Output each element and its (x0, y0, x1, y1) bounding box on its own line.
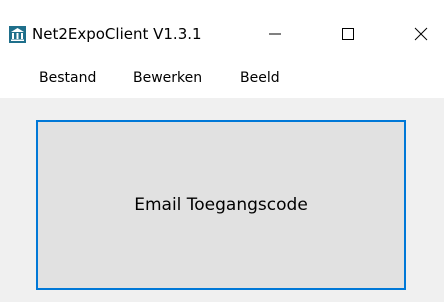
window-title: Net2ExpoClient V1.3.1 (32, 25, 202, 43)
menu-item-beeld[interactable]: Beeld (240, 70, 280, 86)
title-bar[interactable]: Net2ExpoClient V1.3.1 (0, 0, 444, 60)
email-access-code-label: Email Toegangscode (134, 195, 308, 215)
museum-building-icon (9, 26, 26, 43)
menu-bar: Bestand Bewerken Beeld (0, 60, 444, 98)
minimize-button[interactable] (252, 13, 298, 57)
minimize-icon (268, 26, 282, 45)
close-button[interactable] (398, 13, 444, 57)
maximize-button[interactable] (325, 13, 371, 57)
maximize-icon (341, 26, 355, 45)
close-icon (414, 26, 428, 45)
menu-item-bewerken[interactable]: Bewerken (133, 70, 202, 86)
main-content: Email Toegangscode (0, 98, 444, 302)
email-access-code-button[interactable]: Email Toegangscode (36, 120, 406, 290)
menu-item-bestand[interactable]: Bestand (39, 70, 96, 86)
app-window: Net2ExpoClient V1.3.1 Bestand Bewerken B… (0, 0, 444, 302)
